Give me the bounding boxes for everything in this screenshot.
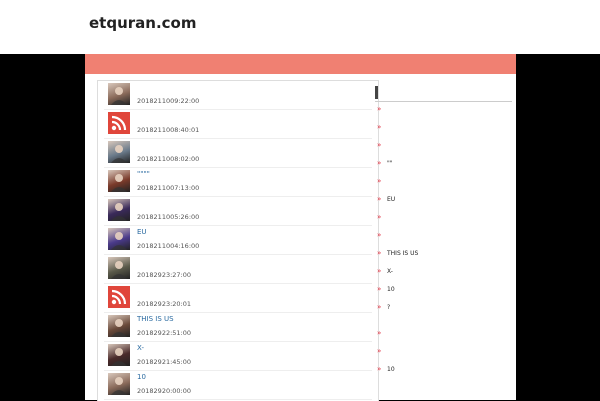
chevron-right-icon: »: [377, 177, 382, 185]
post-date: 20182920:00:00: [137, 387, 192, 395]
post-date: 20182923:20:01: [137, 300, 192, 308]
chevron-right-icon: »: [377, 249, 382, 257]
sidebar-link-label: THIS IS US: [387, 250, 419, 257]
post-title-link[interactable]: X-: [137, 344, 144, 352]
post-thumbnail[interactable]: [108, 373, 130, 395]
main-nav: [85, 54, 516, 74]
rss-icon[interactable]: [108, 112, 130, 134]
chevron-right-icon: »: [377, 347, 382, 355]
post-thumbnail[interactable]: [108, 83, 130, 105]
rss-icon[interactable]: [108, 286, 130, 308]
post-title-link[interactable]: """": [137, 170, 150, 178]
chevron-right-icon: »: [377, 303, 382, 311]
chevron-right-icon: »: [377, 105, 382, 113]
post-item: 10 20182920:00:00: [98, 371, 378, 400]
sidebar-link-label: 10: [387, 366, 395, 373]
sidebar-link-label: 10: [387, 286, 395, 293]
post-thumbnail[interactable]: [108, 199, 130, 221]
post-item: 2018211008:40:01: [98, 110, 378, 139]
post-item: THIS IS US 20182922:51:00: [98, 313, 378, 342]
chevron-right-icon: »: [377, 195, 382, 203]
post-item: 2018211009:22:00: [98, 81, 378, 110]
post-date: 2018211007:13:00: [137, 184, 200, 192]
chevron-right-icon: »: [377, 213, 382, 221]
post-date: 20182922:51:00: [137, 329, 192, 337]
post-thumbnail[interactable]: [108, 141, 130, 163]
site-header: etquran.com: [0, 0, 600, 54]
post-title-link[interactable]: 10: [137, 373, 146, 381]
chevron-right-icon: »: [377, 231, 382, 239]
post-item: """" 2018211007:13:00: [98, 168, 378, 197]
post-date: 2018211008:02:00: [137, 155, 200, 163]
post-item: X- 20182921:45:00: [98, 342, 378, 371]
chevron-right-icon: »: [377, 267, 382, 275]
sidebar-heading: [375, 86, 512, 99]
sidebar-link-label: X-: [387, 268, 393, 275]
sidebar-link-label: ?: [387, 304, 391, 311]
sidebar: » » » » "" » » EU » » » THIS IS US » X- » 10 »? » » » 10: [375, 86, 512, 400]
site-title[interactable]: etquran.com: [89, 14, 196, 32]
post-date: 20182923:27:00: [137, 271, 192, 279]
chevron-right-icon: »: [377, 285, 382, 293]
post-date: 2018211005:26:00: [137, 213, 200, 221]
post-date: 20182921:45:00: [137, 358, 192, 366]
post-item: 20182923:27:00: [98, 255, 378, 284]
post-item: EU 2018211004:16:00: [98, 226, 378, 255]
post-title-link[interactable]: EU: [137, 228, 147, 236]
sidebar-link-label: EU: [387, 196, 396, 203]
post-item: 2018211005:26:00: [98, 197, 378, 226]
chevron-right-icon: »: [377, 123, 382, 131]
chevron-right-icon: »: [377, 365, 382, 373]
post-date: 2018211009:22:00: [137, 97, 200, 105]
post-item: 20182923:20:01: [98, 284, 378, 313]
post-thumbnail[interactable]: [108, 315, 130, 337]
sidebar-divider: [375, 101, 512, 102]
post-thumbnail[interactable]: [108, 257, 130, 279]
post-list: 2018211009:22:00 2018211008:40:01 201821…: [97, 80, 379, 401]
sidebar-link-label: "": [387, 160, 393, 167]
post-title-link[interactable]: THIS IS US: [137, 315, 174, 323]
post-thumbnail[interactable]: [108, 344, 130, 366]
post-thumbnail[interactable]: [108, 170, 130, 192]
post-date: 2018211004:16:00: [137, 242, 200, 250]
post-thumbnail[interactable]: [108, 228, 130, 250]
chevron-right-icon: »: [377, 329, 382, 337]
content-area: 2018211009:22:00 2018211008:40:01 201821…: [85, 74, 516, 401]
post-item: 2018211008:02:00: [98, 139, 378, 168]
post-date: 2018211008:40:01: [137, 126, 200, 134]
chevron-right-icon: »: [377, 159, 382, 167]
chevron-right-icon: »: [377, 141, 382, 149]
